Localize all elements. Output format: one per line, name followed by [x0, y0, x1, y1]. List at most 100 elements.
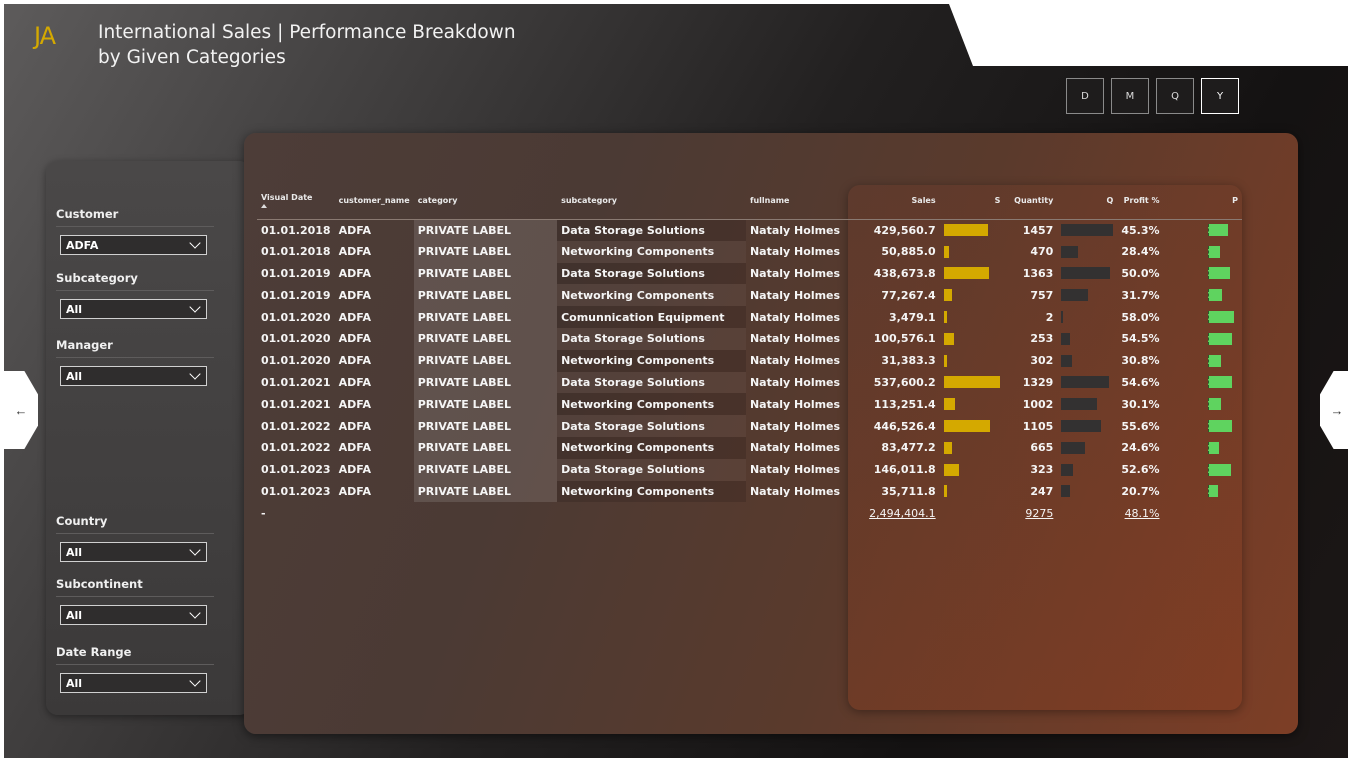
table-header-row: Visual Date customer_name category subca…: [257, 183, 1242, 220]
dropdown-value: All: [66, 608, 83, 622]
quantity-bar: [1061, 267, 1110, 280]
sort-ascending-icon: [261, 204, 267, 209]
cell-subcategory: Data Storage Solutions: [557, 371, 746, 394]
arrow-right-icon: →: [1330, 402, 1344, 418]
cell-sales: 35,711.8: [881, 484, 936, 498]
page-title: International Sales | Performance Breakd…: [98, 22, 516, 68]
quantity-bar: [1061, 311, 1064, 324]
slicer-label: Customer: [56, 207, 214, 227]
profit-bar: [1207, 463, 1232, 476]
customer-slicer: Customer ADFA: [56, 207, 214, 255]
table-row[interactable]: 01.01.2019 ADFA PRIVATE LABEL Data Storage …: [257, 262, 1242, 285]
col-header-quantity[interactable]: Quantity: [1004, 183, 1058, 220]
table-row[interactable]: 01.01.2021 ADFA PRIVATE LABEL Data Storage …: [257, 371, 1242, 394]
table-row[interactable]: 01.01.2020 ADFA PRIVATE LABEL Comunnication…: [257, 306, 1242, 328]
nav-next[interactable]: →: [1320, 371, 1348, 449]
col-header-fullname[interactable]: fullname: [745, 183, 852, 220]
col-header-profit[interactable]: Profit %: [1117, 183, 1164, 220]
table-row[interactable]: 01.01.2022 ADFA PRIVATE LABEL Networking Co…: [257, 436, 1242, 459]
cell-fullname: Nataly Holmes: [749, 288, 841, 302]
cell-customer: ADFA: [338, 419, 372, 433]
cell-category: PRIVATE LABEL: [413, 393, 558, 416]
cell-sales-bar: [940, 372, 1005, 394]
cell-subcategory: Networking Components: [557, 436, 746, 459]
cell-profit: 54.6%: [1121, 375, 1160, 389]
slicer-label: Date Range: [56, 645, 214, 665]
table-row[interactable]: 01.01.2021 ADFA PRIVATE LABEL Networking Co…: [257, 393, 1242, 416]
col-header-subcategory[interactable]: subcategory: [557, 183, 746, 220]
cell-date: 01.01.2020: [261, 310, 331, 324]
cell-quantity: 757: [1030, 288, 1054, 302]
quantity-bar: [1061, 332, 1071, 345]
cell-quantity: 1105: [1022, 419, 1054, 433]
chevron-down-icon: [189, 677, 201, 689]
table-row[interactable]: 01.01.2019 ADFA PRIVATE LABEL Networking Co…: [257, 284, 1242, 307]
table-row[interactable]: 01.01.2022 ADFA PRIVATE LABEL Data Storage …: [257, 415, 1242, 437]
cell-customer: ADFA: [338, 266, 372, 280]
cell-category: PRIVATE LABEL: [413, 327, 558, 350]
cell-date: 01.01.2021: [261, 375, 331, 389]
col-header-category[interactable]: category: [413, 183, 558, 220]
cell-category: PRIVATE LABEL: [413, 480, 558, 503]
table-row[interactable]: 01.01.2020 ADFA PRIVATE LABEL Networking Co…: [257, 349, 1242, 372]
cell-quantity: 323: [1030, 463, 1054, 477]
cell-quantity-bar: [1057, 328, 1117, 350]
cell-sales: 146,011.8: [873, 463, 936, 477]
chevron-down-icon: [189, 609, 201, 621]
table-container: Visual Date customer_name category subca…: [257, 183, 1242, 524]
period-button-q[interactable]: Q: [1156, 78, 1194, 114]
table-row[interactable]: 01.01.2020 ADFA PRIVATE LABEL Data Storage …: [257, 327, 1242, 350]
cell-date: 01.01.2021: [261, 397, 331, 411]
period-button-d[interactable]: D: [1066, 78, 1104, 114]
table-body: 01.01.2018 ADFA PRIVATE LABEL Data Storage …: [257, 219, 1242, 503]
cell-fullname: Nataly Holmes: [749, 354, 841, 368]
cell-sales-bar: [940, 350, 1005, 372]
logo: JA: [34, 22, 56, 50]
date-range-dropdown[interactable]: All: [60, 673, 207, 693]
cell-quantity: 2: [1045, 310, 1054, 324]
col-header-s[interactable]: S: [939, 183, 1005, 220]
cell-category: PRIVATE LABEL: [413, 349, 558, 372]
profit-bar: [1207, 289, 1222, 302]
nav-previous[interactable]: ←: [4, 371, 38, 449]
profit-bar: [1207, 485, 1218, 498]
cell-date: 01.01.2023: [261, 484, 331, 498]
col-header-date[interactable]: Visual Date: [257, 183, 335, 220]
period-button-m[interactable]: M: [1111, 78, 1149, 114]
dropdown-value: All: [66, 545, 83, 559]
cell-subcategory: Data Storage Solutions: [557, 458, 746, 481]
cell-customer: ADFA: [338, 288, 372, 302]
subcategory-slicer: Subcategory All: [56, 271, 214, 319]
profit-bar: [1207, 245, 1221, 258]
col-header-sales[interactable]: Sales: [851, 183, 940, 220]
manager-dropdown[interactable]: All: [60, 366, 207, 386]
cell-quantity-bar: [1057, 459, 1117, 481]
table-row[interactable]: 01.01.2018 ADFA PRIVATE LABEL Networking Co…: [257, 240, 1242, 263]
cell-sales: 77,267.4: [881, 288, 936, 302]
table-row[interactable]: 01.01.2018 ADFA PRIVATE LABEL Data Storage …: [257, 219, 1242, 241]
quantity-bar: [1061, 354, 1073, 367]
col-header-p[interactable]: P: [1163, 183, 1242, 220]
manager-slicer: Manager All: [56, 338, 214, 386]
subcategory-dropdown[interactable]: All: [60, 299, 207, 319]
cell-profit-bar: [1164, 328, 1242, 350]
cell-category: PRIVATE LABEL: [413, 436, 558, 459]
col-header-q[interactable]: Q: [1057, 183, 1118, 220]
period-button-y[interactable]: Y: [1201, 78, 1239, 114]
cell-profit: 50.0%: [1121, 266, 1160, 280]
subcontinent-dropdown[interactable]: All: [60, 605, 207, 625]
cell-subcategory: Networking Components: [557, 349, 746, 372]
customer-dropdown[interactable]: ADFA: [60, 235, 207, 255]
table-row[interactable]: 01.01.2023 ADFA PRIVATE LABEL Networking Co…: [257, 480, 1242, 503]
sales-bar: [943, 311, 947, 324]
cell-sales: 438,673.8: [873, 266, 936, 280]
total-row: - 2,494,404.1 9275 48.1%: [257, 502, 1242, 524]
total-sales: 2,494,404.1: [869, 506, 936, 520]
table-row[interactable]: 01.01.2023 ADFA PRIVATE LABEL Data Storage …: [257, 458, 1242, 481]
country-dropdown[interactable]: All: [60, 542, 207, 562]
col-header-customer[interactable]: customer_name: [334, 183, 414, 220]
cell-subcategory: Data Storage Solutions: [557, 327, 746, 350]
cell-quantity-bar: [1057, 306, 1117, 328]
dropdown-value: All: [66, 676, 83, 690]
cell-quantity: 665: [1030, 441, 1054, 455]
